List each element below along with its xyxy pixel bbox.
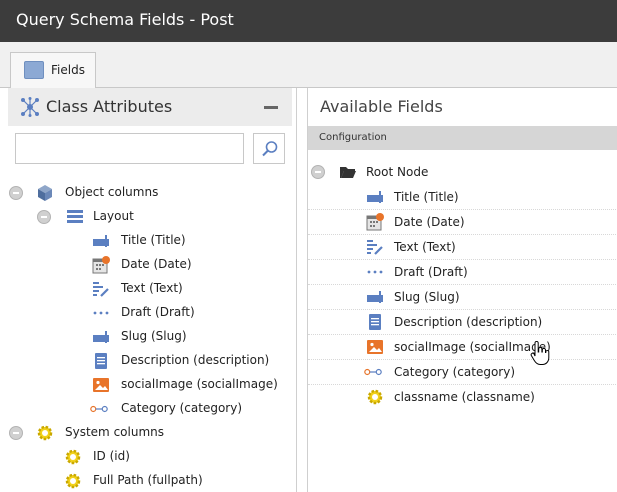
class-attributes-title: Class Attributes xyxy=(46,97,173,116)
image-icon xyxy=(93,378,109,392)
field-label: Description (description) xyxy=(121,353,270,367)
tree-item-title[interactable]: Title (Title) xyxy=(92,230,292,252)
tree-item-id[interactable]: ID (id) xyxy=(64,446,284,468)
available-fields-title: Available Fields xyxy=(320,97,443,116)
gear-icon xyxy=(65,473,81,489)
document-icon xyxy=(95,353,107,369)
system-columns-label: System columns xyxy=(65,425,164,439)
relation-icon xyxy=(364,368,382,376)
configuration-bar: Configuration xyxy=(308,126,617,150)
field-row-title[interactable]: Title (Title) xyxy=(308,185,617,210)
dots-icon xyxy=(367,270,383,274)
calendar-icon xyxy=(366,213,384,231)
title-bar: Query Schema Fields - Post xyxy=(0,0,617,42)
available-fields-panel: Available Fields Configuration Root Node… xyxy=(307,88,617,492)
field-label: Date (Date) xyxy=(121,257,192,271)
folder-icon xyxy=(340,167,356,178)
relation-icon xyxy=(90,405,108,413)
field-label: Draft (Draft) xyxy=(121,305,195,319)
configuration-label: Configuration xyxy=(319,132,387,143)
field-label: Description (description) xyxy=(394,315,543,329)
tree-item-category[interactable]: Category (category) xyxy=(90,398,292,420)
class-attributes-header: Class Attributes xyxy=(8,88,292,126)
input-field-icon xyxy=(93,331,109,343)
field-row-socialimage[interactable]: socialImage (socialImage) xyxy=(308,335,617,360)
field-label: Date (Date) xyxy=(394,215,465,229)
tree-item-slug[interactable]: Slug (Slug) xyxy=(92,326,292,348)
input-field-icon xyxy=(367,291,383,303)
collapse-toggle[interactable] xyxy=(37,210,51,224)
field-label: Slug (Slug) xyxy=(121,329,187,343)
text-edit-icon xyxy=(93,282,109,297)
available-fields-header: Available Fields xyxy=(308,88,617,126)
document-icon xyxy=(369,314,381,330)
collapse-icon[interactable] xyxy=(264,106,278,109)
tab-strip: Fields xyxy=(0,42,617,88)
collapse-toggle[interactable] xyxy=(311,165,325,179)
tab-fields-label: Fields xyxy=(51,63,85,77)
tree-item-socialimage[interactable]: socialImage (socialImage) xyxy=(92,374,292,396)
collapse-toggle[interactable] xyxy=(9,186,23,200)
field-label: socialImage (socialImage) xyxy=(394,340,551,354)
field-row-text[interactable]: Text (Text) xyxy=(308,235,617,260)
cube-icon xyxy=(38,185,52,201)
input-field-icon xyxy=(93,235,109,247)
collapse-toggle[interactable] xyxy=(9,426,23,440)
gear-icon xyxy=(367,389,383,405)
tree-item-date[interactable]: Date (Date) xyxy=(92,254,292,276)
tree-item-text[interactable]: Text (Text) xyxy=(92,278,292,300)
dots-icon xyxy=(93,311,109,315)
field-row-category[interactable]: Category (category) xyxy=(308,360,617,385)
image-icon xyxy=(367,340,383,354)
tree-node-root[interactable]: Root Node xyxy=(308,160,617,185)
field-label: Full Path (fullpath) xyxy=(93,473,203,487)
tree-node-object-columns[interactable]: Object columns xyxy=(8,182,288,204)
field-label: ID (id) xyxy=(93,449,130,463)
tree-item-fullpath[interactable]: Full Path (fullpath) xyxy=(64,470,284,492)
field-label: Draft (Draft) xyxy=(394,265,468,279)
fields-tab-icon xyxy=(24,61,44,79)
tab-fields[interactable]: Fields xyxy=(10,52,96,88)
field-label: Category (category) xyxy=(121,401,243,415)
input-field-icon xyxy=(367,191,383,203)
calendar-icon xyxy=(92,256,110,274)
field-label: Category (category) xyxy=(394,365,516,379)
field-row-description[interactable]: Description (description) xyxy=(308,310,617,335)
root-node-label: Root Node xyxy=(366,165,429,179)
field-row-classname[interactable]: classname (classname) xyxy=(308,385,617,410)
hand-cursor-icon xyxy=(530,341,550,365)
field-label: classname (classname) xyxy=(394,390,535,404)
gear-icon xyxy=(65,449,81,465)
field-label: Slug (Slug) xyxy=(394,290,460,304)
tree-node-layout[interactable]: Layout xyxy=(36,206,286,228)
gear-icon xyxy=(37,425,53,441)
field-label: Text (Text) xyxy=(394,240,456,254)
layout-icon xyxy=(67,210,83,223)
layout-label: Layout xyxy=(93,209,134,223)
class-network-icon xyxy=(21,97,39,117)
tree-node-system-columns[interactable]: System columns xyxy=(8,422,288,444)
field-row-slug[interactable]: Slug (Slug) xyxy=(308,285,617,310)
tree-item-draft[interactable]: Draft (Draft) xyxy=(92,302,292,324)
field-row-draft[interactable]: Draft (Draft) xyxy=(308,260,617,285)
field-row-date[interactable]: Date (Date) xyxy=(308,210,617,235)
window-title: Query Schema Fields - Post xyxy=(16,10,234,29)
tree-item-description[interactable]: Description (description) xyxy=(92,350,292,372)
search-button[interactable] xyxy=(253,133,285,164)
text-edit-icon xyxy=(367,240,383,255)
field-label: Title (Title) xyxy=(121,233,186,247)
field-label: socialImage (socialImage) xyxy=(121,377,278,391)
class-attributes-panel: Class Attributes Object columns Layout T… xyxy=(0,88,297,492)
search-input[interactable] xyxy=(15,133,244,164)
object-columns-label: Object columns xyxy=(65,185,159,199)
field-label: Title (Title) xyxy=(394,190,459,204)
search-icon xyxy=(262,141,278,157)
field-label: Text (Text) xyxy=(121,281,183,295)
